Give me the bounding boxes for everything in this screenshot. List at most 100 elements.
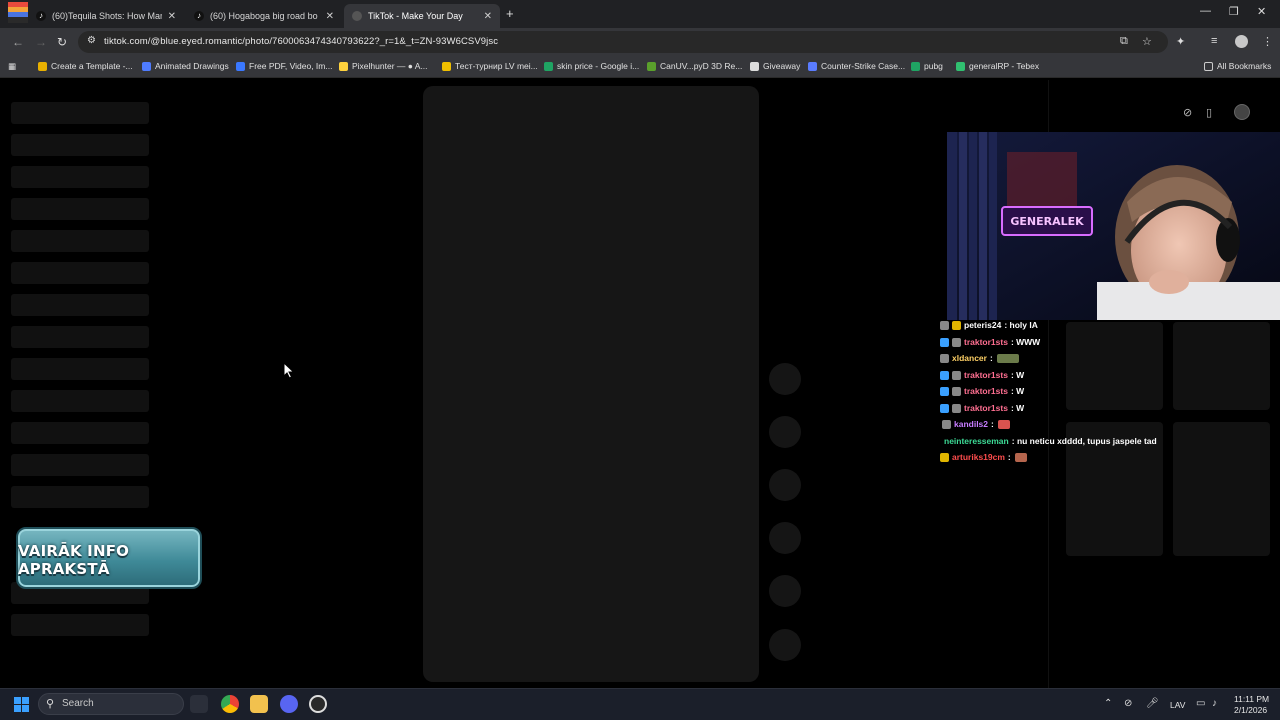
tab-2[interactable]: ♪ (60) Hogaboga big road bo ✕ (186, 4, 342, 28)
tiktok-icon: ♪ (36, 11, 46, 21)
badge-icon (940, 403, 949, 413)
bookmark-icon (339, 61, 348, 71)
sound-button-skeleton[interactable] (769, 629, 801, 661)
badge-icon (942, 419, 951, 429)
sidebar-skeleton-item (11, 262, 149, 284)
chevron-up-icon[interactable]: ⌃ (1104, 698, 1112, 709)
media-control-icon[interactable]: ≡ (1211, 35, 1217, 47)
language-indicator[interactable]: LAV (1170, 700, 1185, 710)
more-button-skeleton[interactable] (769, 575, 801, 607)
bookmark-item[interactable]: Free PDF, Video, Im... (236, 61, 332, 71)
badge-icon (940, 386, 949, 396)
bookmark-star-icon[interactable]: ☆ (1142, 35, 1152, 48)
webcam-overlay: GENERALEK (947, 132, 1280, 320)
bookmark-item[interactable]: Pixelhunter — ● A... (339, 61, 428, 71)
device-icon[interactable]: ▯ (1206, 106, 1212, 119)
chat-text: WWW (1016, 337, 1041, 347)
chat-message: traktor1sts : W (940, 386, 1024, 396)
chat-text: W (1016, 370, 1025, 380)
bookmark-item[interactable]: Counter-Strike Case... (808, 61, 905, 71)
emote-icon (998, 419, 1011, 429)
bookmark-item[interactable]: skin price - Google i... (544, 61, 639, 71)
bookmark-item[interactable]: Giveaway (750, 61, 800, 71)
obs-icon[interactable] (309, 695, 327, 713)
like-button-skeleton[interactable] (769, 363, 801, 395)
minimize-button[interactable]: — (1200, 5, 1211, 17)
chrome-icon[interactable] (221, 695, 239, 713)
tab-title: (60)Tequila Shots: How Many C (52, 11, 162, 21)
compass-icon[interactable]: ⊘ (1183, 106, 1192, 119)
screen: X6 ♪ (60)Tequila Shots: How Many C ✕ ♪ (… (0, 0, 1280, 720)
bookmark-item[interactable]: Create a Template -... (38, 61, 133, 71)
chat-text: W (1016, 403, 1025, 413)
sidebar-skeleton-item (11, 390, 149, 412)
chat-message: arturiks19cm : (940, 452, 1028, 462)
task-view-icon[interactable] (190, 695, 208, 713)
address-url[interactable]: tiktok.com/@blue.eyed.romantic/photo/760… (104, 36, 498, 47)
emote-icon (1015, 452, 1028, 462)
chat-username: xldancer (952, 353, 987, 363)
bookmark-item[interactable]: Тест-турнир LV mei... (442, 61, 538, 71)
clock-time[interactable]: 11:11 PM (1234, 694, 1269, 704)
site-info-icon[interactable]: ⚙ (87, 35, 96, 46)
extensions-icon[interactable]: ✦ (1176, 35, 1185, 48)
clock-date[interactable]: 2/1/2026 (1234, 705, 1267, 715)
sidebar-skeleton-item (11, 198, 149, 220)
chat-text: W (1016, 386, 1025, 396)
windows-start-icon[interactable] (14, 697, 29, 712)
display-icon[interactable]: ▭ (1196, 698, 1205, 709)
volume-icon[interactable]: ♪ (1212, 698, 1217, 709)
forward-button[interactable]: → (35, 35, 47, 49)
badge-icon (952, 320, 961, 330)
comment-button-skeleton[interactable] (769, 416, 801, 448)
network-icon[interactable]: ⊘ (1124, 698, 1132, 709)
apps-grid-icon[interactable]: ▦ (8, 61, 16, 72)
bookmark-item[interactable]: Animated Drawings (142, 61, 229, 71)
back-button[interactable]: ← (12, 35, 24, 49)
tab-1[interactable]: ♪ (60)Tequila Shots: How Many C ✕ (28, 4, 184, 28)
chat-separator: : (991, 419, 997, 429)
recommendation-skeleton-card (1173, 422, 1270, 556)
tab-3-active[interactable]: TikTok - Make Your Day ✕ (344, 4, 500, 28)
video-player-placeholder[interactable] (423, 86, 759, 682)
chat-message: traktor1sts : WWW (940, 337, 1040, 347)
chat-message: traktor1sts : W (940, 370, 1024, 380)
close-icon[interactable]: ✕ (168, 11, 176, 22)
chat-username: traktor1sts (964, 337, 1008, 347)
share-button-skeleton[interactable] (769, 522, 801, 554)
badge-icon (952, 386, 961, 396)
chat-separator: : (989, 353, 996, 363)
tiktok-icon: ♪ (194, 11, 204, 21)
bookmark-button-skeleton[interactable] (769, 469, 801, 501)
bookmark-item[interactable]: pubg (911, 61, 943, 71)
bookmark-item[interactable]: CanUV...pyD 3D Re... (647, 61, 742, 71)
taskbar-search[interactable] (38, 693, 184, 715)
menu-kebab-icon[interactable]: ⋮ (1262, 35, 1273, 48)
badge-icon (940, 370, 949, 380)
chat-username: arturiks19cm (952, 452, 1005, 462)
microphone-icon[interactable]: 🎤︎ (1146, 698, 1159, 709)
close-window-button[interactable]: ✕ (1257, 5, 1266, 18)
sidebar-skeleton-item (11, 326, 149, 348)
install-app-icon[interactable]: ⧉ (1120, 35, 1128, 48)
new-tab-button[interactable]: + (506, 6, 514, 21)
reload-button[interactable]: ↻ (57, 35, 67, 49)
bookmark-icon (38, 61, 47, 71)
recommendation-skeleton-card (1173, 322, 1270, 410)
bookmark-icon (544, 61, 553, 71)
bookmark-item[interactable]: generalRP - Tebex (956, 61, 1039, 71)
profile-avatar[interactable] (1235, 35, 1248, 48)
close-icon[interactable]: ✕ (484, 11, 492, 22)
user-avatar[interactable] (1234, 104, 1250, 120)
emote-icon (997, 353, 1020, 363)
file-explorer-icon[interactable] (250, 695, 268, 713)
all-bookmarks-button[interactable]: All Bookmarks (1204, 61, 1271, 71)
search-placeholder[interactable]: Search (62, 698, 94, 709)
discord-icon[interactable] (280, 695, 298, 713)
bookmark-icon (442, 61, 451, 71)
info-banner-overlay: VAIRĀK INFO APRAKSTĀ (16, 527, 202, 589)
maximize-button[interactable]: ❐ (1229, 5, 1239, 18)
bookmark-icon (808, 61, 817, 71)
close-icon[interactable]: ✕ (326, 11, 334, 22)
recommendation-skeleton-card (1066, 322, 1163, 410)
